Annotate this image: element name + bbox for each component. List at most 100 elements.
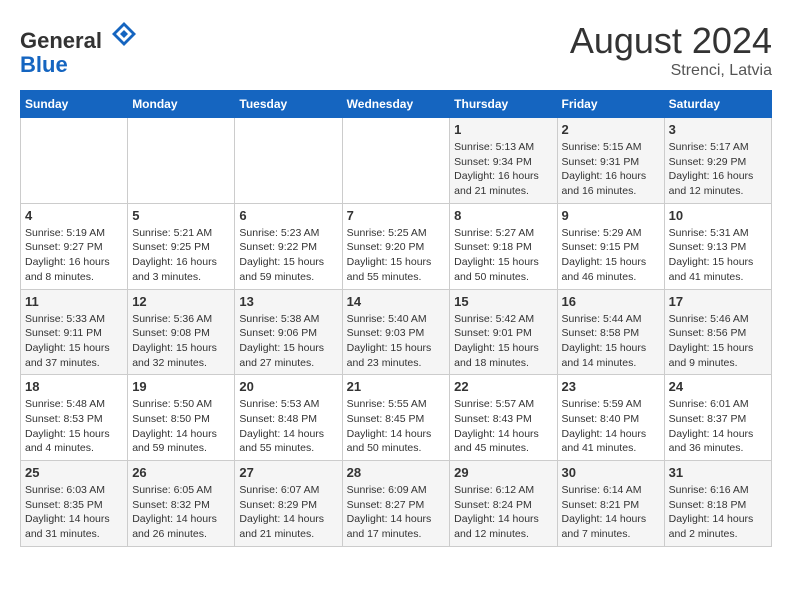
calendar-cell: 26 Sunrise: 6:05 AM Sunset: 8:32 PM Dayli… (128, 461, 235, 547)
day-number: 17 (669, 294, 767, 309)
weekday-header-friday: Friday (557, 91, 664, 118)
day-info: Sunrise: 6:03 AM Sunset: 8:35 PM Dayligh… (25, 483, 123, 542)
day-number: 13 (239, 294, 337, 309)
calendar-cell: 11 Sunrise: 5:33 AM Sunset: 9:11 PM Dayli… (21, 289, 128, 375)
day-number: 14 (347, 294, 446, 309)
calendar-cell: 17 Sunrise: 5:46 AM Sunset: 8:56 PM Dayli… (664, 289, 771, 375)
calendar-cell: 9Sunrise: 5:29 AM Sunset: 9:15 PM Daylig… (557, 203, 664, 289)
calendar-cell: 4 Sunrise: 5:19 AM Sunset: 9:27 PM Daylig… (21, 203, 128, 289)
calendar-cell: 25 Sunrise: 6:03 AM Sunset: 8:35 PM Dayli… (21, 461, 128, 547)
day-number: 22 (454, 379, 552, 394)
calendar-cell: 18 Sunrise: 5:48 AM Sunset: 8:53 PM Dayli… (21, 375, 128, 461)
day-number: 7 (347, 208, 446, 223)
day-number: 23 (562, 379, 660, 394)
day-info: Sunrise: 5:50 AM Sunset: 8:50 PM Dayligh… (132, 397, 230, 456)
calendar-cell: 16 Sunrise: 5:44 AM Sunset: 8:58 PM Dayli… (557, 289, 664, 375)
day-info: Sunrise: 5:38 AM Sunset: 9:06 PM Dayligh… (239, 312, 337, 371)
day-number: 18 (25, 379, 123, 394)
day-info: Sunrise: 5:46 AM Sunset: 8:56 PM Dayligh… (669, 312, 767, 371)
calendar-cell: 3Sunrise: 5:17 AM Sunset: 9:29 PM Daylig… (664, 118, 771, 204)
day-info: Sunrise: 5:48 AM Sunset: 8:53 PM Dayligh… (25, 397, 123, 456)
day-info: Sunrise: 5:59 AM Sunset: 8:40 PM Dayligh… (562, 397, 660, 456)
day-info: Sunrise: 5:36 AM Sunset: 9:08 PM Dayligh… (132, 312, 230, 371)
day-number: 28 (347, 465, 446, 480)
weekday-header-sunday: Sunday (21, 91, 128, 118)
day-number: 21 (347, 379, 446, 394)
day-info: Sunrise: 5:17 AM Sunset: 9:29 PM Dayligh… (669, 140, 767, 199)
calendar-cell: 27 Sunrise: 6:07 AM Sunset: 8:29 PM Dayli… (235, 461, 342, 547)
calendar-cell: 21 Sunrise: 5:55 AM Sunset: 8:45 PM Dayli… (342, 375, 450, 461)
day-info: Sunrise: 5:19 AM Sunset: 9:27 PM Dayligh… (25, 226, 123, 285)
day-number: 25 (25, 465, 123, 480)
calendar-table: SundayMondayTuesdayWednesdayThursdayFrid… (20, 90, 772, 547)
calendar-cell: 8 Sunrise: 5:27 AM Sunset: 9:18 PM Daylig… (450, 203, 557, 289)
day-info: Sunrise: 6:05 AM Sunset: 8:32 PM Dayligh… (132, 483, 230, 542)
calendar-cell: 14 Sunrise: 5:40 AM Sunset: 9:03 PM Dayli… (342, 289, 450, 375)
day-info: Sunrise: 5:25 AM Sunset: 9:20 PM Dayligh… (347, 226, 446, 285)
day-info: Sunrise: 5:13 AM Sunset: 9:34 PM Dayligh… (454, 140, 552, 199)
day-info: Sunrise: 6:07 AM Sunset: 8:29 PM Dayligh… (239, 483, 337, 542)
day-info: Sunrise: 5:44 AM Sunset: 8:58 PM Dayligh… (562, 312, 660, 371)
calendar-cell: 29Sunrise: 6:12 AM Sunset: 8:24 PM Dayli… (450, 461, 557, 547)
weekday-header-saturday: Saturday (664, 91, 771, 118)
day-number: 1 (454, 122, 552, 137)
calendar-cell: 31 Sunrise: 6:16 AM Sunset: 8:18 PM Dayli… (664, 461, 771, 547)
calendar-cell: 15 Sunrise: 5:42 AM Sunset: 9:01 PM Dayli… (450, 289, 557, 375)
calendar-cell: 23 Sunrise: 5:59 AM Sunset: 8:40 PM Dayli… (557, 375, 664, 461)
weekday-header-thursday: Thursday (450, 91, 557, 118)
weekday-header-monday: Monday (128, 91, 235, 118)
calendar-cell: 28 Sunrise: 6:09 AM Sunset: 8:27 PM Dayli… (342, 461, 450, 547)
day-number: 29 (454, 465, 552, 480)
day-number: 11 (25, 294, 123, 309)
calendar-cell: 19 Sunrise: 5:50 AM Sunset: 8:50 PM Dayli… (128, 375, 235, 461)
day-info: Sunrise: 5:27 AM Sunset: 9:18 PM Dayligh… (454, 226, 552, 285)
month-title: August 2024 (570, 20, 772, 62)
day-number: 20 (239, 379, 337, 394)
calendar-cell: 30 Sunrise: 6:14 AM Sunset: 8:21 PM Dayli… (557, 461, 664, 547)
location-subtitle: Strenci, Latvia (570, 62, 772, 80)
calendar-cell: 7 Sunrise: 5:25 AM Sunset: 9:20 PM Daylig… (342, 203, 450, 289)
title-block: August 2024 Strenci, Latvia (570, 20, 772, 80)
day-number: 15 (454, 294, 552, 309)
logo: General Blue (20, 20, 138, 77)
day-info: Sunrise: 6:09 AM Sunset: 8:27 PM Dayligh… (347, 483, 446, 542)
calendar-cell (21, 118, 128, 204)
day-number: 30 (562, 465, 660, 480)
day-info: Sunrise: 6:16 AM Sunset: 8:18 PM Dayligh… (669, 483, 767, 542)
day-info: Sunrise: 5:55 AM Sunset: 8:45 PM Dayligh… (347, 397, 446, 456)
day-number: 31 (669, 465, 767, 480)
day-info: Sunrise: 6:14 AM Sunset: 8:21 PM Dayligh… (562, 483, 660, 542)
day-number: 10 (669, 208, 767, 223)
day-info: Sunrise: 5:15 AM Sunset: 9:31 PM Dayligh… (562, 140, 660, 199)
calendar-cell: 22 Sunrise: 5:57 AM Sunset: 8:43 PM Dayli… (450, 375, 557, 461)
day-info: Sunrise: 5:40 AM Sunset: 9:03 PM Dayligh… (347, 312, 446, 371)
day-number: 6 (239, 208, 337, 223)
calendar-cell: 2 Sunrise: 5:15 AM Sunset: 9:31 PM Daylig… (557, 118, 664, 204)
day-number: 8 (454, 208, 552, 223)
calendar-cell (342, 118, 450, 204)
calendar-cell (235, 118, 342, 204)
day-number: 5 (132, 208, 230, 223)
calendar-cell: 24Sunrise: 6:01 AM Sunset: 8:37 PM Dayli… (664, 375, 771, 461)
day-info: Sunrise: 5:23 AM Sunset: 9:22 PM Dayligh… (239, 226, 337, 285)
day-number: 16 (562, 294, 660, 309)
day-info: Sunrise: 5:53 AM Sunset: 8:48 PM Dayligh… (239, 397, 337, 456)
calendar-cell (128, 118, 235, 204)
day-number: 4 (25, 208, 123, 223)
day-info: Sunrise: 6:01 AM Sunset: 8:37 PM Dayligh… (669, 397, 767, 456)
day-number: 9 (562, 208, 660, 223)
logo-general: General (20, 28, 102, 53)
day-info: Sunrise: 5:33 AM Sunset: 9:11 PM Dayligh… (25, 312, 123, 371)
day-info: Sunrise: 5:42 AM Sunset: 9:01 PM Dayligh… (454, 312, 552, 371)
day-number: 2 (562, 122, 660, 137)
page-header: General Blue August 2024 Strenci, Latvia (20, 20, 772, 80)
day-info: Sunrise: 5:31 AM Sunset: 9:13 PM Dayligh… (669, 226, 767, 285)
day-number: 19 (132, 379, 230, 394)
calendar-cell: 13 Sunrise: 5:38 AM Sunset: 9:06 PM Dayli… (235, 289, 342, 375)
day-number: 27 (239, 465, 337, 480)
day-info: Sunrise: 5:21 AM Sunset: 9:25 PM Dayligh… (132, 226, 230, 285)
calendar-cell: 20 Sunrise: 5:53 AM Sunset: 8:48 PM Dayli… (235, 375, 342, 461)
weekday-header-tuesday: Tuesday (235, 91, 342, 118)
day-number: 26 (132, 465, 230, 480)
day-info: Sunrise: 5:57 AM Sunset: 8:43 PM Dayligh… (454, 397, 552, 456)
